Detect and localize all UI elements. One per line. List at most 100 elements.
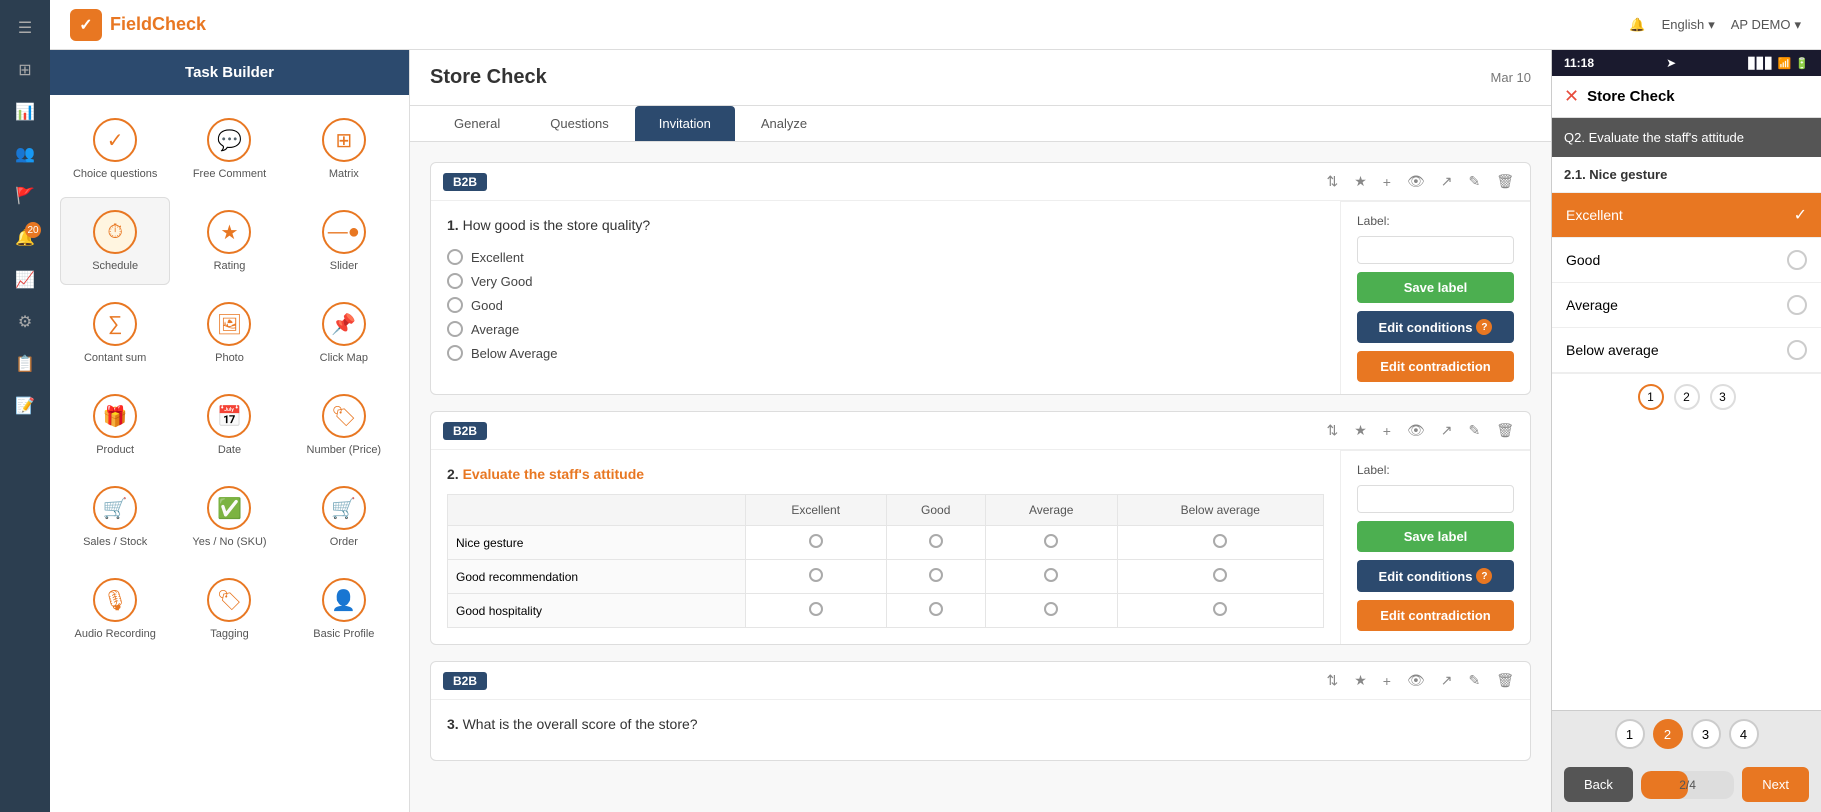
matrix-th-good: Good	[886, 495, 985, 526]
tab-general[interactable]: General	[430, 106, 524, 141]
question-3-toolbar: B2B ⇅ ★ + 👁 ↗ ✎ 🗑	[431, 662, 1530, 700]
nav-settings[interactable]: ⚙	[7, 304, 43, 340]
notification-btn[interactable]: 🔔	[1629, 17, 1645, 33]
sidebar-item-yes-no[interactable]: ✅ Yes / No (SKU)	[174, 473, 284, 561]
phone-back-btn[interactable]: Back	[1564, 767, 1633, 802]
sidebar-item-product[interactable]: 🎁 Product	[60, 381, 170, 469]
save-label-btn-2[interactable]: Save label	[1357, 521, 1514, 552]
sidebar-item-audio[interactable]: 🎙 Audio Recording	[60, 565, 170, 653]
sidebar-item-number-price[interactable]: 🏷 Number (Price)	[289, 381, 399, 469]
q1-export-icon[interactable]: ↗	[1437, 171, 1457, 192]
q2-delete-icon[interactable]: 🗑	[1492, 420, 1518, 441]
sidebar-item-slider[interactable]: —● Slider	[289, 197, 399, 285]
nav-chart[interactable]: 📊	[7, 94, 43, 130]
footer-page-2[interactable]: 2	[1653, 719, 1683, 749]
sidebar-item-free-comment[interactable]: 💬 Free Comment	[174, 105, 284, 193]
radio-excellent[interactable]	[447, 249, 463, 265]
sidebar-item-rating[interactable]: ★ Rating	[174, 197, 284, 285]
phone-close-btn[interactable]: ✕	[1564, 86, 1579, 107]
page-dot-3[interactable]: 3	[1710, 384, 1736, 410]
sidebar-item-order[interactable]: 🛒 Order	[289, 473, 399, 561]
q3-export-icon[interactable]: ↗	[1437, 670, 1457, 691]
footer-page-1[interactable]: 1	[1615, 719, 1645, 749]
q2-export-icon[interactable]: ↗	[1437, 420, 1457, 441]
phone-option-excellent[interactable]: Excellent ✓	[1552, 193, 1821, 238]
phone-next-btn[interactable]: Next	[1742, 767, 1809, 802]
footer-page-3[interactable]: 3	[1691, 719, 1721, 749]
phone-time-arrow: ➤	[1666, 56, 1676, 70]
matrix-radio-ng-g[interactable]	[929, 534, 943, 548]
matrix-radio-gr-b[interactable]	[1213, 568, 1227, 582]
nav-list[interactable]: 📋	[7, 346, 43, 382]
label-input-1[interactable]	[1357, 236, 1514, 264]
q2-edit-icon[interactable]: ✎	[1464, 420, 1484, 441]
matrix-radio-gh-e[interactable]	[809, 602, 823, 616]
account-selector[interactable]: AP DEMO ▾	[1731, 17, 1801, 33]
nav-notification[interactable]: 🔔 20	[7, 220, 43, 256]
sidebar-item-contant-sum[interactable]: ∑ Contant sum	[60, 289, 170, 377]
matrix-radio-ng-a[interactable]	[1044, 534, 1058, 548]
tab-analyze[interactable]: Analyze	[737, 106, 831, 141]
date-icon: 📅	[207, 394, 251, 438]
language-selector[interactable]: English ▾	[1662, 17, 1715, 33]
matrix-radio-gh-a[interactable]	[1044, 602, 1058, 616]
q3-hide-icon[interactable]: 👁	[1403, 670, 1429, 691]
q1-move-icon[interactable]: ⇅	[1322, 171, 1342, 192]
sidebar-item-date[interactable]: 📅 Date	[174, 381, 284, 469]
matrix-radio-ng-b[interactable]	[1213, 534, 1227, 548]
q3-delete-icon[interactable]: 🗑	[1492, 670, 1518, 691]
nav-toggle[interactable]: ☰	[7, 10, 43, 46]
radio-below-average[interactable]	[447, 345, 463, 361]
radio-good[interactable]	[447, 297, 463, 313]
q2-star-icon[interactable]: ★	[1350, 420, 1371, 441]
q2-move-icon[interactable]: ⇅	[1322, 420, 1342, 441]
q1-star-icon[interactable]: ★	[1350, 171, 1371, 192]
q1-hide-icon[interactable]: 👁	[1403, 171, 1429, 192]
phone-option-good[interactable]: Good	[1552, 238, 1821, 283]
sidebar-item-photo[interactable]: 🖼 Photo	[174, 289, 284, 377]
sidebar-item-basic-profile[interactable]: 👤 Basic Profile	[289, 565, 399, 653]
sidebar-item-click-map[interactable]: 📌 Click Map	[289, 289, 399, 377]
phone-option-below-average[interactable]: Below average	[1552, 328, 1821, 373]
nav-grid[interactable]: ⊞	[7, 52, 43, 88]
q1-delete-icon[interactable]: 🗑	[1492, 171, 1518, 192]
edit-contradiction-btn-2[interactable]: Edit contradiction	[1357, 600, 1514, 631]
edit-contradiction-btn-1[interactable]: Edit contradiction	[1357, 351, 1514, 382]
sidebar-item-matrix[interactable]: ⊞ Matrix	[289, 105, 399, 193]
edit-conditions-btn-2[interactable]: Edit conditions ?	[1357, 560, 1514, 592]
radio-average[interactable]	[447, 321, 463, 337]
sidebar-item-tagging[interactable]: 🏷 Tagging	[174, 565, 284, 653]
sidebar-item-choice[interactable]: ✓ Choice questions	[60, 105, 170, 193]
q3-move-icon[interactable]: ⇅	[1322, 670, 1342, 691]
tab-questions[interactable]: Questions	[526, 106, 633, 141]
nav-flag[interactable]: 🚩	[7, 178, 43, 214]
sidebar-item-schedule[interactable]: ⏱ Schedule	[60, 197, 170, 285]
nav-clipboard[interactable]: 📝	[7, 388, 43, 424]
q3-add-icon[interactable]: +	[1379, 671, 1395, 691]
q2-hide-icon[interactable]: 👁	[1403, 420, 1429, 441]
matrix-radio-gh-b[interactable]	[1213, 602, 1227, 616]
matrix-radio-gh-g[interactable]	[929, 602, 943, 616]
page-dot-2[interactable]: 2	[1674, 384, 1700, 410]
q1-add-icon[interactable]: +	[1379, 172, 1395, 192]
footer-page-4[interactable]: 4	[1729, 719, 1759, 749]
nav-trend[interactable]: 📈	[7, 262, 43, 298]
tab-invitation[interactable]: Invitation	[635, 106, 735, 141]
radio-very-good[interactable]	[447, 273, 463, 289]
save-label-btn-1[interactable]: Save label	[1357, 272, 1514, 303]
matrix-radio-gr-e[interactable]	[809, 568, 823, 582]
nav-users[interactable]: 👥	[7, 136, 43, 172]
q1-edit-icon[interactable]: ✎	[1464, 171, 1484, 192]
q3-edit-icon[interactable]: ✎	[1464, 670, 1484, 691]
edit-conditions-btn-1[interactable]: Edit conditions ?	[1357, 311, 1514, 343]
matrix-radio-gr-a[interactable]	[1044, 568, 1058, 582]
sidebar-grid: ✓ Choice questions 💬 Free Comment ⊞ Matr…	[50, 95, 409, 663]
page-dot-1[interactable]: 1	[1638, 384, 1664, 410]
matrix-radio-gr-g[interactable]	[929, 568, 943, 582]
q3-star-icon[interactable]: ★	[1350, 670, 1371, 691]
sidebar-item-sales-stock[interactable]: 🛒 Sales / Stock	[60, 473, 170, 561]
matrix-radio-ng-e[interactable]	[809, 534, 823, 548]
label-input-2[interactable]	[1357, 485, 1514, 513]
q2-add-icon[interactable]: +	[1379, 421, 1395, 441]
phone-option-average[interactable]: Average	[1552, 283, 1821, 328]
